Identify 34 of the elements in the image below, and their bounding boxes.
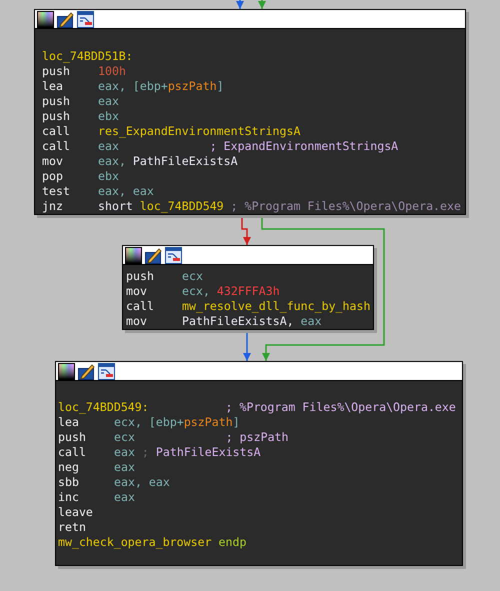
code-line: lea eax, [ebp+pszPath] [42,79,224,94]
code-line: call mw_resolve_dll_func_by_hash [126,299,370,314]
code-line: push ecx ; pszPath [58,430,289,445]
code-line: pop ebx [42,169,119,184]
code-line: call eax ; ExpandEnvironmentStringsA [42,139,398,154]
graph-window-icon[interactable] [98,362,115,380]
pencil-icon[interactable] [57,10,74,28]
code-line: leave [58,505,94,520]
code-line: mov PathFileExistsA, eax [126,314,322,329]
code-line: retn [58,520,87,535]
graph-window-icon[interactable] [165,246,182,264]
pencil-icon[interactable] [78,362,95,380]
code-line: loc_74BDD51B: [42,49,133,64]
code-line: lea ecx, [ebp+pszPath] [58,415,240,430]
code-line: call eax ; PathFileExistsA [58,445,261,460]
color-palette-icon[interactable] [58,362,75,380]
color-palette-icon[interactable] [37,10,54,28]
code-line: sbb eax, eax [58,475,170,490]
code-line: jnz short loc_74BDD549 ; %Program Files%\Opera\Opera.exe [42,199,461,214]
code-line: mw_check_opera_browser endp [58,535,246,550]
code-line: push ebx [42,109,119,124]
pencil-icon[interactable] [145,246,162,264]
code-line: loc_74BDD549: ; %Program Files%\Opera\Opera.exe [58,400,456,415]
code-line: mov eax, PathFileExistsA [42,154,238,169]
code-line: push eax [42,94,119,109]
graph-window-icon[interactable] [77,10,94,28]
code-line: push ecx [126,269,203,284]
code-line: mov ecx, 432FFFA3h [126,284,280,299]
code-line: inc eax [58,490,135,505]
code-line: neg eax [58,460,135,475]
color-palette-icon[interactable] [125,246,142,264]
code-line: push 100h [42,64,126,79]
code-line: test eax, eax [42,184,154,199]
code-line: call res_ExpandEnvironmentStringsA [42,124,300,139]
